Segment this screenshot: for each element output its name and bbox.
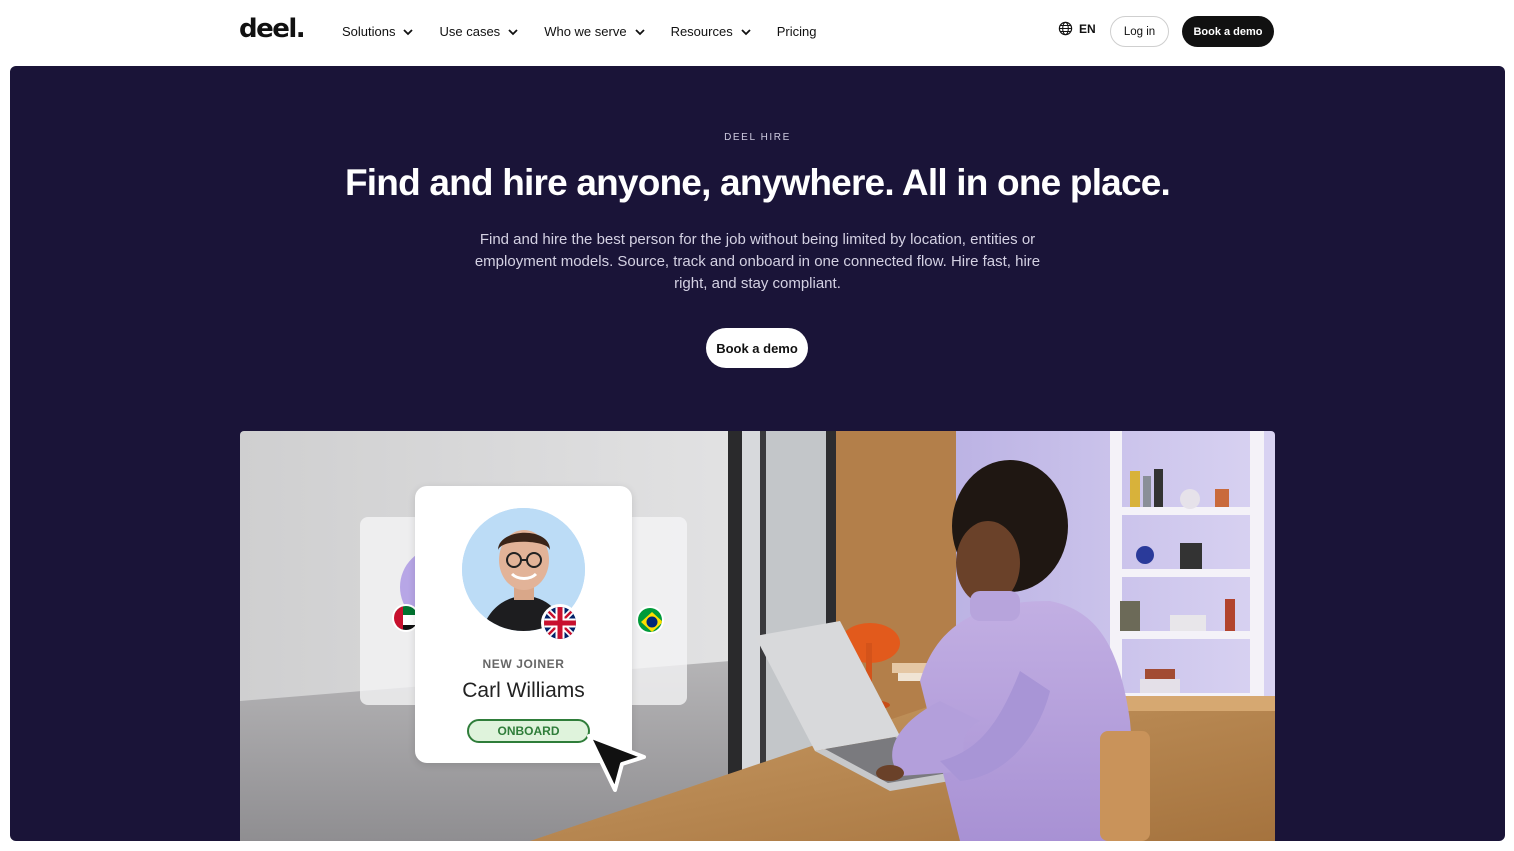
nav-label: Pricing — [776, 23, 817, 39]
new-joiner-label: NEW JOINER — [482, 657, 565, 671]
nav-item-resources[interactable]: Resources — [671, 20, 751, 42]
nav-label: Solutions — [342, 23, 396, 39]
hero-section: DEEL HIRE Find and hire anyone, anywhere… — [10, 66, 1505, 841]
language-selector[interactable]: EN — [1058, 21, 1096, 36]
language-label: EN — [1079, 21, 1096, 36]
main-nav: Solutions Use cases Who we serve Resourc… — [342, 20, 842, 42]
onboard-button[interactable]: ONBOARD — [467, 719, 590, 743]
nav-label: Who we serve — [544, 23, 627, 39]
uk-flag-icon — [541, 604, 579, 642]
site-header: deel. Solutions Use cases Who we serve R… — [0, 0, 1514, 62]
hero-headline: Find and hire anyone, anywhere. All in o… — [344, 162, 1171, 203]
globe-icon — [1058, 21, 1073, 36]
new-joiner-card: NEW JOINER Carl Williams ONBOARD — [415, 486, 632, 763]
nav-item-use-cases[interactable]: Use cases — [439, 20, 518, 42]
nav-label: Resources — [670, 23, 733, 39]
deel-logo[interactable]: deel. — [239, 14, 306, 44]
book-demo-header-button[interactable]: Book a demo — [1182, 16, 1274, 47]
hero-eyebrow: DEEL HIRE — [724, 132, 791, 143]
brazil-flag-icon — [636, 606, 664, 634]
chevron-down-icon — [403, 24, 414, 39]
hero-image: NEW JOINER Carl Williams ONBOARD — [240, 431, 1275, 841]
nav-item-pricing[interactable]: Pricing — [777, 20, 817, 42]
joiner-name: Carl Williams — [462, 679, 585, 702]
nav-item-who-we-serve[interactable]: Who we serve — [544, 20, 645, 42]
nav-label: Use cases — [439, 23, 501, 39]
book-demo-hero-button[interactable]: Book a demo — [706, 328, 808, 368]
chevron-down-icon — [741, 24, 751, 39]
chevron-down-icon — [508, 24, 518, 39]
chevron-down-icon — [634, 24, 645, 39]
login-button[interactable]: Log in — [1110, 16, 1169, 47]
mouse-pointer-icon — [586, 733, 650, 802]
nav-item-solutions[interactable]: Solutions — [342, 20, 414, 42]
hero-subcopy: Find and hire the best person for the jo… — [474, 231, 1041, 292]
